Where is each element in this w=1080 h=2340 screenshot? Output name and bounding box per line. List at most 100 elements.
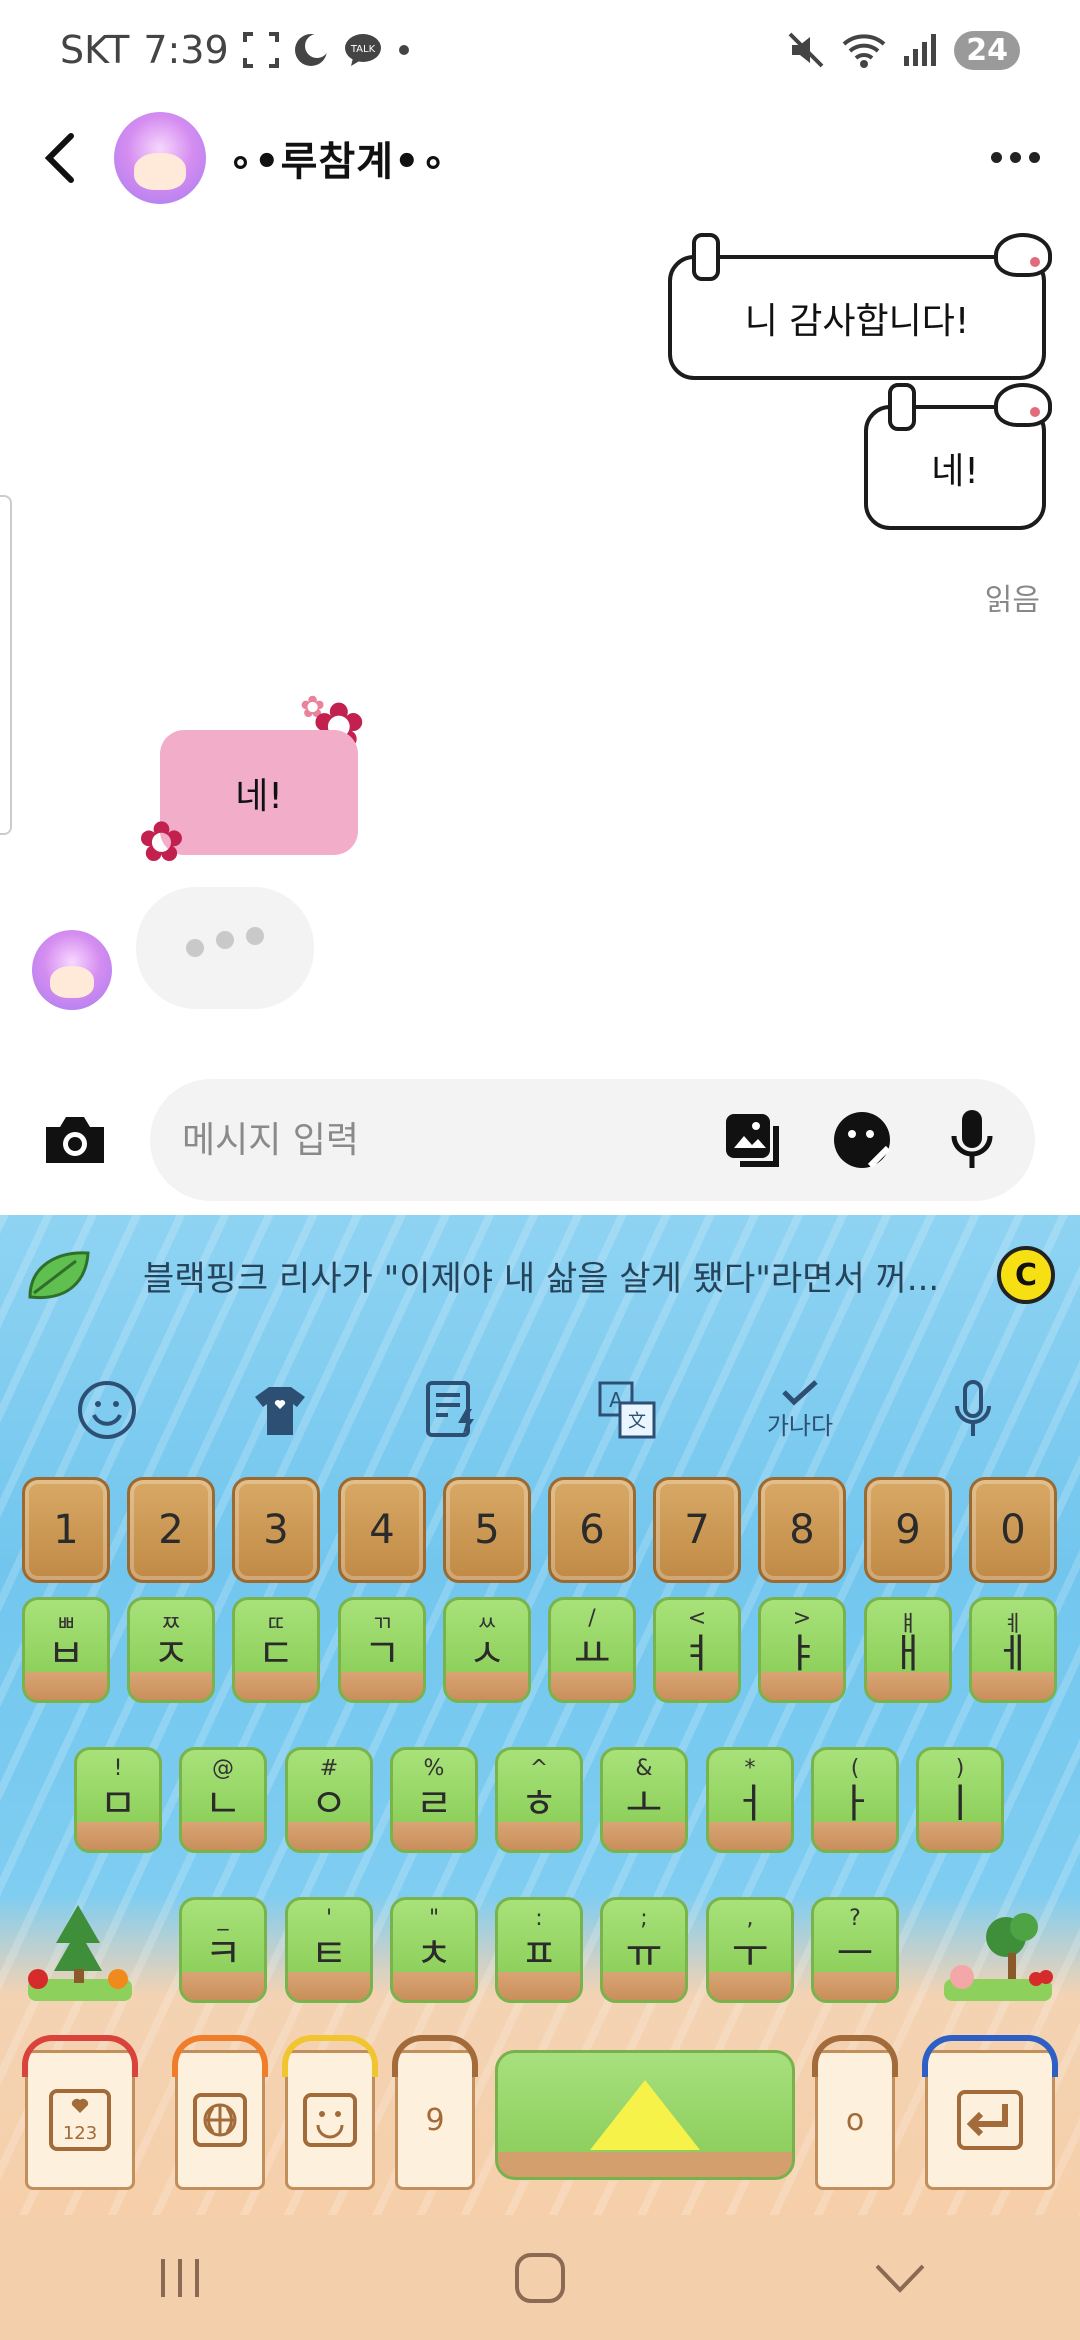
key-8[interactable]: 8: [758, 1477, 846, 1583]
translate-button[interactable]: A文: [587, 1370, 667, 1450]
key-chieut[interactable]: " ㅊ: [390, 1897, 478, 2003]
key-sub-label: &: [635, 1756, 653, 1781]
message-list[interactable]: 니 감사합니다! 네! 읽음 ✿ ✿ 네! ✿: [0, 215, 1080, 1065]
key-o[interactable]: & ㅗ: [600, 1747, 688, 1853]
sent-message-bubble[interactable]: 니 감사합니다!: [668, 233, 1052, 380]
key-a[interactable]: (ㅏ: [811, 1747, 899, 1853]
key-rieul[interactable]: % ㄹ: [390, 1747, 478, 1853]
key-eu[interactable]: ? ㅡ: [811, 1897, 899, 2003]
document-edit-icon: [426, 1381, 475, 1437]
key-digeut[interactable]: ㄸㄷ: [232, 1597, 320, 1703]
back-nav-button[interactable]: [850, 2238, 950, 2318]
leaf-icon: [28, 1251, 90, 1300]
key-pieup[interactable]: :ㅍ: [495, 1897, 583, 2003]
typing-dot: [186, 939, 204, 957]
mute-icon: [786, 30, 826, 70]
key-i[interactable]: ) ㅣ: [916, 1747, 1004, 1853]
spellcheck-label: 가나다: [766, 1411, 834, 1440]
key-6[interactable]: 6: [548, 1477, 636, 1583]
key-ya[interactable]: > ㅑ: [758, 1597, 846, 1703]
enter-key[interactable]: [922, 2035, 1058, 2190]
key-9[interactable]: 9: [864, 1477, 952, 1583]
enter-icon: [957, 2090, 1023, 2150]
key-nieun[interactable]: @ ㄴ: [179, 1747, 267, 1853]
recent-apps-button[interactable]: [130, 2238, 230, 2318]
key-4[interactable]: 4: [338, 1477, 426, 1583]
message-input-row: [0, 1065, 1080, 1215]
more-options-button[interactable]: [981, 142, 1050, 173]
keyboard-toolbar: A文 가나다: [0, 1345, 1080, 1475]
key-1[interactable]: 1: [22, 1477, 110, 1583]
key-bieup[interactable]: ㅃㅂ: [22, 1597, 110, 1703]
key-7[interactable]: 7: [653, 1477, 741, 1583]
battery-indicator: 24: [954, 30, 1020, 70]
key-u[interactable]: ,ㅜ: [706, 1897, 794, 2003]
cat-face-decoration: [994, 383, 1052, 427]
text-edit-button[interactable]: [413, 1370, 493, 1450]
emoticon-button[interactable]: [827, 1105, 897, 1175]
screenshot-icon: [242, 32, 279, 68]
key-2[interactable]: 2: [127, 1477, 215, 1583]
message-input[interactable]: [182, 1119, 677, 1161]
emoticon-icon: [834, 1112, 891, 1169]
check-icon: [782, 1379, 818, 1405]
spellcheck-button[interactable]: 가나다: [760, 1370, 840, 1450]
key-ae[interactable]: ㅒㅐ: [864, 1597, 952, 1703]
translate-icon: A文: [598, 1381, 656, 1439]
emoji-button[interactable]: [67, 1370, 147, 1450]
keyboard: 블랙핑크 리사가 "이제야 내 삶을 살게 됐다"라면서 꺼... C A文 가…: [0, 1215, 1080, 2215]
avatar[interactable]: [114, 111, 206, 204]
chat-title[interactable]: ∘•루참계•∘: [228, 129, 447, 187]
received-message-bubble[interactable]: 네!: [160, 730, 358, 855]
key-ieung[interactable]: # ㅇ: [285, 1747, 373, 1853]
scroll-edge: [0, 495, 12, 835]
cat-face-decoration: [994, 233, 1052, 277]
language-key[interactable]: [172, 2035, 268, 2190]
home-button[interactable]: [490, 2238, 590, 2318]
heart-icon: 123: [49, 2089, 111, 2151]
keyboard-suggestion-bar: 블랙핑크 리사가 "이제야 내 삶을 살게 됐다"라면서 꺼... C: [0, 1215, 1080, 1335]
read-receipt: 읽음: [984, 583, 1040, 618]
key-jieut[interactable]: ㅉㅈ: [127, 1597, 215, 1703]
comma-key[interactable]: 9: [392, 2035, 478, 2190]
period-key[interactable]: o: [812, 2035, 898, 2190]
key-e[interactable]: ㅖㅔ: [969, 1597, 1057, 1703]
key-yo[interactable]: / ㅛ: [548, 1597, 636, 1703]
key-sub-label: ): [955, 1756, 965, 1781]
leaf-menu-button[interactable]: [25, 1245, 93, 1305]
key-sub-label: ㅃ: [55, 1612, 77, 1637]
key-sub-label: ㅒ: [897, 1612, 919, 1637]
flower-icon: ✿: [138, 810, 185, 875]
news-suggestion[interactable]: 블랙핑크 리사가 "이제야 내 삶을 살게 됐다"라면서 꺼...: [143, 1251, 953, 1300]
coin-button[interactable]: C: [997, 1246, 1055, 1304]
key-0[interactable]: 0: [969, 1477, 1057, 1583]
emoji-key[interactable]: [282, 2035, 378, 2190]
key-kieuk[interactable]: _ ㅋ: [179, 1897, 267, 2003]
keyboard-voice-button[interactable]: [933, 1370, 1013, 1450]
number-mode-key[interactable]: 123: [22, 2035, 138, 2190]
chevron-down-icon: [875, 2264, 925, 2293]
camera-button[interactable]: [30, 1095, 120, 1185]
gallery-button[interactable]: [717, 1105, 787, 1175]
key-tieut[interactable]: ' ㅌ: [285, 1897, 373, 2003]
microphone-icon: [955, 1380, 992, 1436]
key-sub-label: <: [687, 1606, 707, 1631]
key-3[interactable]: 3: [232, 1477, 320, 1583]
theme-button[interactable]: [240, 1370, 320, 1450]
key-hieut[interactable]: ^ ㅎ: [495, 1747, 583, 1853]
key-eo[interactable]: * ㅓ: [706, 1747, 794, 1853]
sent-message-bubble[interactable]: 네!: [864, 383, 1052, 530]
key-sub-label: @: [212, 1756, 234, 1781]
back-button[interactable]: [30, 128, 90, 188]
sender-avatar[interactable]: [32, 930, 112, 1010]
voice-button[interactable]: [937, 1105, 1007, 1175]
globe-icon: [193, 2093, 247, 2147]
key-giyeok[interactable]: ㄲㄱ: [338, 1597, 426, 1703]
space-key[interactable]: [495, 2050, 795, 2180]
chevron-left-icon: [44, 132, 74, 183]
key-mieum[interactable]: ! ㅁ: [74, 1747, 162, 1853]
key-yeo[interactable]: < ㅕ: [653, 1597, 741, 1703]
key-5[interactable]: 5: [443, 1477, 531, 1583]
key-siot[interactable]: ㅆㅅ: [443, 1597, 531, 1703]
key-yu[interactable]: ; ㅠ: [600, 1897, 688, 2003]
